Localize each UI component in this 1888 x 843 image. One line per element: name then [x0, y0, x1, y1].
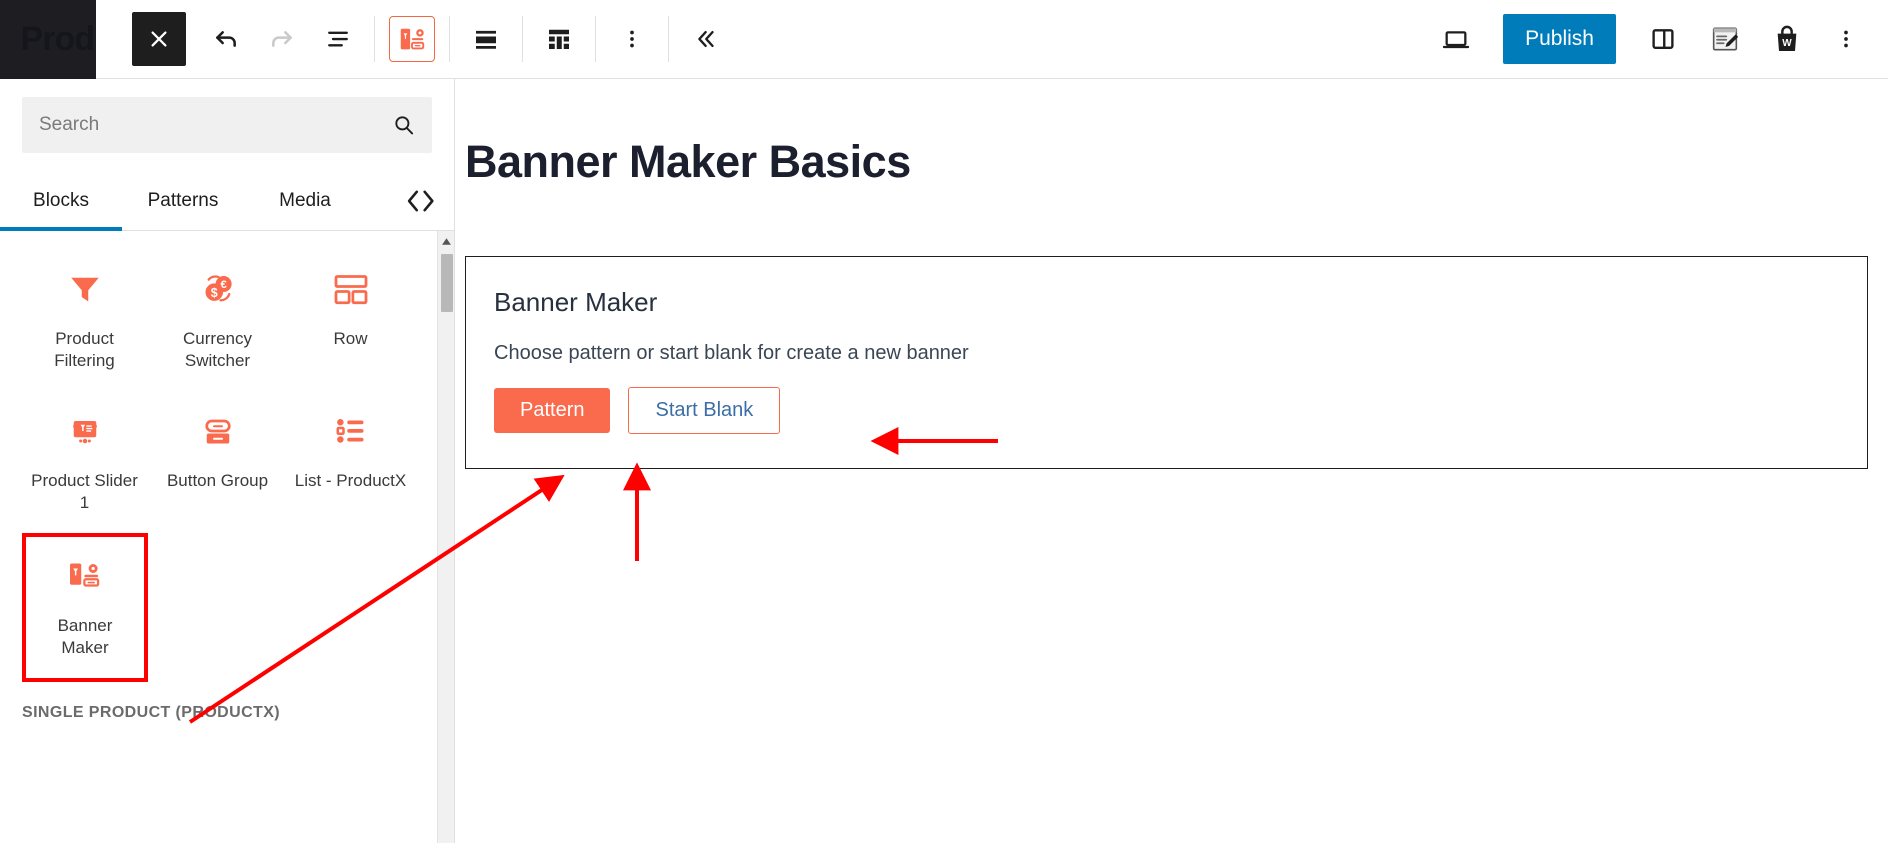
- shopping-bag-icon: W: [1777, 25, 1797, 51]
- tab-media[interactable]: Media: [244, 171, 366, 230]
- sidebar-panel-icon: [1652, 29, 1674, 49]
- toolbar-divider: [668, 16, 669, 62]
- banner-maker-icon: [65, 551, 105, 601]
- block-item-label: Product Filtering: [54, 329, 115, 371]
- block-item-product-filtering[interactable]: Product Filtering: [18, 249, 151, 391]
- list-view-icon: [328, 31, 348, 47]
- funnel-icon: [65, 264, 105, 314]
- more-options-button[interactable]: [604, 11, 660, 67]
- code-brackets-icon[interactable]: [388, 171, 454, 230]
- tabs-spacer: [366, 171, 388, 230]
- editor-canvas: Banner Maker Basics Banner Maker Choose …: [456, 79, 1888, 843]
- block-list-scroll-area: Product Filtering € $ Currency Switcher: [0, 231, 454, 843]
- page-title[interactable]: Banner Maker Basics: [465, 136, 1888, 188]
- block-item-label: Banner Maker: [57, 616, 113, 658]
- block-grid: Product Filtering € $ Currency Switcher: [0, 231, 435, 682]
- pattern-button[interactable]: Pattern: [494, 388, 611, 433]
- banner-maker-block-title: Banner Maker: [494, 287, 658, 317]
- block-inserter-panel: Blocks Patterns Media Product Filtering: [0, 79, 455, 843]
- tab-patterns[interactable]: Patterns: [122, 171, 244, 230]
- currency-coins-icon: € $: [198, 264, 238, 314]
- collapse-toolbar-button[interactable]: [677, 11, 733, 67]
- banner-maker-block[interactable]: Banner Maker Choose pattern or start bla…: [465, 256, 1868, 469]
- document-edit-icon: [1712, 27, 1739, 51]
- toolbar-divider: [449, 16, 450, 62]
- vertical-dots-icon: [1844, 30, 1848, 48]
- banner-maker-icon: [400, 28, 425, 50]
- vertical-dots-icon: [630, 30, 634, 48]
- start-blank-button[interactable]: Start Blank: [628, 387, 781, 434]
- block-item-button-group[interactable]: Button Group: [151, 391, 284, 533]
- inserter-search-row: [0, 79, 454, 153]
- block-item-label: Currency Switcher: [183, 329, 252, 371]
- grid-layout-icon: [549, 29, 569, 49]
- product-slider-icon: [65, 406, 105, 456]
- inserter-scrollbar[interactable]: [437, 231, 454, 843]
- double-chevron-left-icon: [698, 30, 714, 48]
- layout-button[interactable]: [531, 11, 587, 67]
- block-item-label: Row: [333, 329, 368, 348]
- align-full-width-icon: [476, 30, 496, 49]
- banner-maker-block-description: Choose pattern or start blank for create…: [494, 342, 969, 364]
- redo-button[interactable]: [254, 11, 310, 67]
- view-device-button[interactable]: [1425, 11, 1487, 67]
- toolbar-left-group: [96, 11, 733, 67]
- block-item-label: List - ProductX: [294, 471, 407, 491]
- list-bullets-icon: [331, 406, 371, 456]
- undo-arrow-icon: [216, 31, 236, 47]
- site-logo-tile: Prod: [0, 0, 96, 79]
- tab-blocks[interactable]: Blocks: [0, 171, 122, 231]
- block-item-label: Product Slider 1: [31, 471, 138, 513]
- close-icon: [151, 31, 167, 47]
- block-item-currency-switcher[interactable]: € $ Currency Switcher: [151, 249, 284, 391]
- editor-top-toolbar: Prod Publish W: [0, 0, 1888, 79]
- svg-text:$: $: [210, 286, 217, 300]
- editor-options-button[interactable]: [1818, 11, 1874, 67]
- block-item-row[interactable]: Row: [284, 249, 417, 391]
- close-editor-button[interactable]: [132, 12, 186, 66]
- search-icon: [391, 112, 417, 138]
- block-item-list-productx[interactable]: List - ProductX: [284, 391, 417, 533]
- align-button[interactable]: [458, 11, 514, 67]
- redo-arrow-icon: [272, 31, 292, 47]
- settings-sidebar-button[interactable]: [1632, 11, 1694, 67]
- edit-page-button[interactable]: [1694, 11, 1756, 67]
- block-item-banner-maker[interactable]: Banner Maker: [22, 533, 148, 682]
- banner-maker-block-button[interactable]: [389, 16, 435, 62]
- block-item-product-slider-1[interactable]: Product Slider 1: [18, 391, 151, 533]
- button-group-icon: [198, 406, 238, 456]
- document-overview-button[interactable]: [310, 11, 366, 67]
- block-item-label: Button Group: [166, 471, 269, 491]
- woocommerce-button[interactable]: W: [1756, 11, 1818, 67]
- publish-button[interactable]: Publish: [1503, 14, 1616, 64]
- scrollbar-thumb[interactable]: [441, 254, 453, 312]
- scroll-up-arrow-icon[interactable]: [438, 233, 454, 250]
- search-box[interactable]: [22, 97, 432, 153]
- svg-text:W: W: [1782, 38, 1792, 49]
- site-logo-text: Prod: [20, 19, 95, 58]
- block-category-heading: SINGLE PRODUCT (PRODUCTX): [22, 703, 280, 721]
- row-layout-icon: [331, 264, 371, 314]
- search-input[interactable]: [23, 98, 431, 152]
- toolbar-divider: [522, 16, 523, 62]
- banner-maker-actions: Pattern Start Blank: [494, 387, 1839, 434]
- toolbar-divider: [595, 16, 596, 62]
- toolbar-right-group: Publish W: [1425, 11, 1888, 67]
- inserter-tabs: Blocks Patterns Media: [0, 171, 454, 231]
- undo-button[interactable]: [198, 11, 254, 67]
- laptop-icon: [1442, 31, 1470, 49]
- toolbar-divider: [374, 16, 375, 62]
